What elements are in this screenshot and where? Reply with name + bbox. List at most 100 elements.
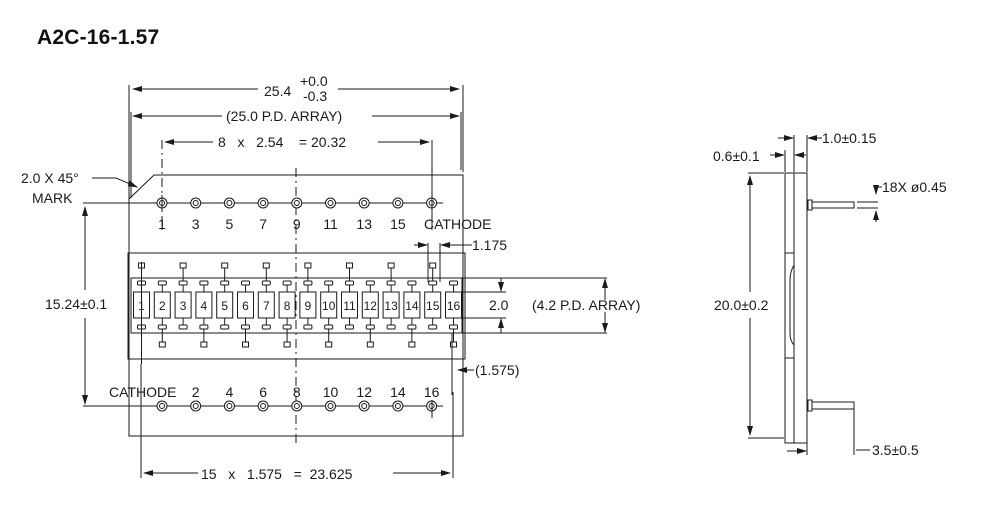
pin-number-label: 10 [323,384,339,400]
pin-hole [291,400,303,412]
pin-hole [190,197,202,209]
pin-pitch-top-label: 8 x 2.54 = 20.32 [218,134,346,150]
pin-hole [257,197,269,209]
outer-pad [346,262,353,269]
led-element-label: 6 [242,299,249,313]
chamfer-leader [92,177,138,188]
pin-length-label: 3.5±0.5 [872,442,919,458]
bond-pad [407,280,417,286]
height-side-label: 20.0±0.2 [714,297,769,313]
pin-number-label: 7 [259,216,267,232]
outer-pad [429,262,437,269]
pin-hole [156,400,168,412]
bond-pad [324,324,334,330]
pin-hole [358,197,370,209]
led-element-label: 2 [159,299,166,313]
led-element-label: 13 [384,299,398,313]
element-pitch-ref-label: (1.575) [475,362,519,378]
bond-pad [365,280,375,286]
outer-pad [325,341,333,348]
technical-drawing: 25.4 +0.0 -0.3 (25.0 P.D. ARRAY) 8 x 2.5… [21,73,947,482]
outer-pad [262,262,270,269]
pin-number-label: 12 [356,384,372,400]
pin-hole [223,197,235,209]
mark-label: MARK [32,190,73,206]
outer-pad [304,262,312,269]
overall-width-tol-plus: +0.0 [300,73,328,89]
bond-pad [407,324,417,330]
bond-pad [282,280,292,286]
pin-hole [325,197,336,209]
outer-pad [283,341,291,348]
bond-pad [386,280,396,286]
led-element-label: 9 [305,299,312,313]
led-element-label: 16 [447,299,461,313]
pin-diameter-label: 18X ø0.45 [882,179,947,195]
array-height-label: (4.2 P.D. ARRAY) [532,297,640,313]
overall-width-tol-minus: -0.3 [303,88,327,104]
pin-hole [325,400,336,412]
led-element-label: 8 [284,299,291,313]
pin-number-label: 14 [390,384,406,400]
bond-pad [386,324,396,330]
bond-pad [449,324,458,330]
bond-pad [199,280,209,286]
array-width-label: (25.0 P.D. ARRAY) [226,108,342,124]
bond-pad [220,324,230,330]
bond-pad [324,280,334,286]
outer-pad [200,341,208,348]
pin-number-label: 9 [293,216,301,232]
bond-pad [157,324,167,330]
element-height-label: 2.0 [489,297,509,313]
pin-hole [257,400,269,412]
bottom-pin-row: 2 4 6 8 10 12 14 16 [156,384,440,412]
outer-pad [408,341,416,348]
height-label: 15.24±0.1 [45,296,107,312]
bond-pad [220,280,230,286]
bond-pad [428,324,438,330]
pin-number-label: 16 [424,384,440,400]
thickness-1-label: 0.6±0.1 [713,148,760,164]
bottom-cathode-label: CATHODE [109,384,176,400]
bond-pad [365,324,375,330]
led-element-label: 7 [263,299,270,313]
bond-pad [241,324,250,330]
side-recess [785,252,795,359]
bond-pad [428,280,438,286]
bond-pad [178,324,188,330]
bond-pad [345,324,354,330]
front-view: 25.4 +0.0 -0.3 (25.0 P.D. ARRAY) 8 x 2.5… [21,73,640,482]
outer-pad [242,341,249,348]
pin-number-label: 4 [226,384,234,400]
bond-pad [157,280,167,286]
pin-head [807,199,813,211]
bond-pad [303,324,313,330]
pin-head [807,399,813,412]
pin [811,201,855,209]
bond-pad [261,280,271,286]
pin-number-label: 8 [293,384,301,400]
bond-pad [241,280,250,286]
overall-width-value: 25.4 [264,83,291,99]
top-cathode-label: CATHODE [424,216,491,232]
led-element-label: 14 [405,299,419,313]
thickness-2-label: 1.0±0.15 [822,130,877,146]
bond-pad [449,280,458,286]
pin-hole [392,197,404,209]
led-element-label: 12 [364,299,378,313]
element-gap-label: 1.175 [472,237,507,253]
bond-pad [178,280,188,286]
pin-hole [358,400,370,412]
led-element-label: 4 [201,299,208,313]
side-view: 18X ø0.45 1.0±0.15 0.6±0.1 20.0±0.2 3.5±… [713,130,947,458]
pin-number-label: 3 [192,216,200,232]
outer-pad [450,341,457,348]
outer-pad [221,262,229,269]
element-pitch-total-label: 15 x 1.575 = 23.625 [201,466,353,482]
pin-hole [190,400,202,412]
top-pin-row: 1 3 5 7 9 11 13 15 [156,195,438,232]
pin-number-label: 11 [323,216,338,232]
pin-hole [291,197,303,209]
led-element-label: 5 [221,299,228,313]
pin-hole [392,400,404,412]
